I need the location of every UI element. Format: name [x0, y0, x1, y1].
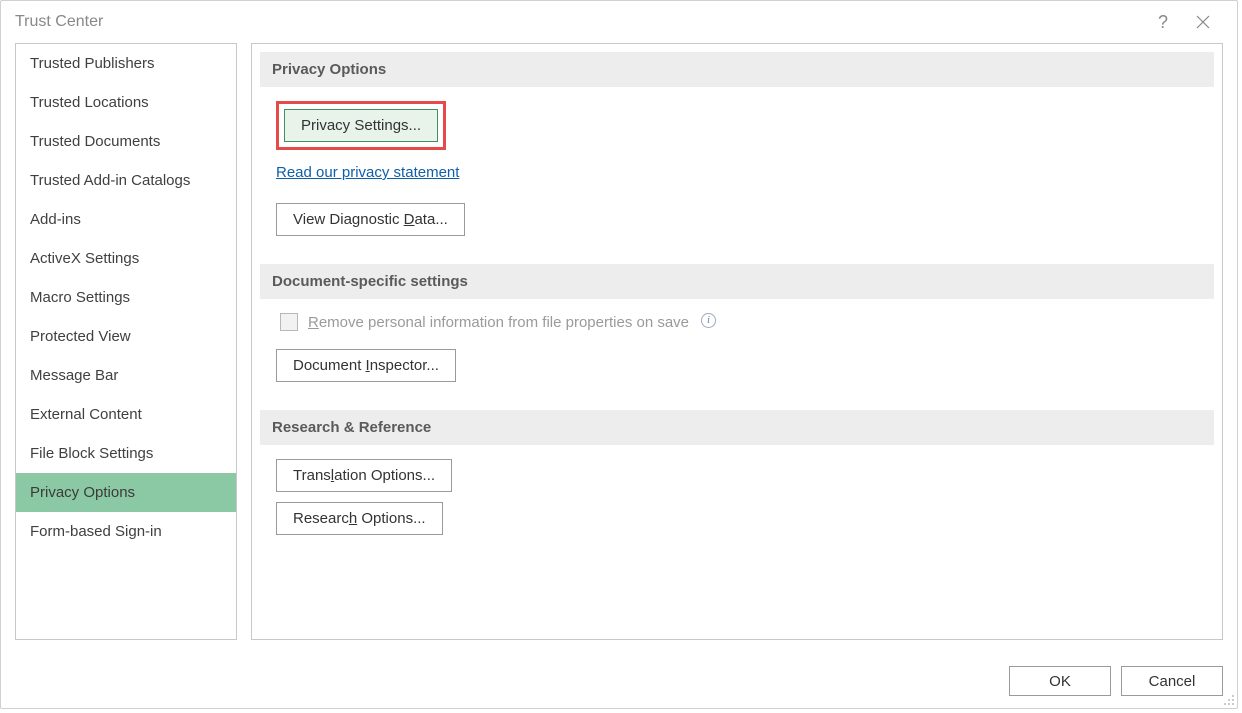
sidebar-item-form-based-signin[interactable]: Form-based Sign-in — [16, 512, 236, 551]
sidebar-item-trusted-publishers[interactable]: Trusted Publishers — [16, 44, 236, 83]
ok-button[interactable]: OK — [1009, 666, 1111, 696]
document-inspector-button[interactable]: Document Inspector... — [276, 349, 456, 382]
sidebar-item-file-block-settings[interactable]: File Block Settings — [16, 434, 236, 473]
trust-center-dialog: Trust Center ? Trusted Publishers Truste… — [0, 0, 1238, 709]
cancel-button[interactable]: Cancel — [1121, 666, 1223, 696]
remove-personal-info-label: Remove personal information from file pr… — [308, 314, 689, 331]
privacy-settings-button[interactable]: Privacy Settings... — [284, 109, 438, 142]
main-panel: Privacy Options Privacy Settings... Read… — [251, 43, 1223, 640]
sidebar-item-external-content[interactable]: External Content — [16, 395, 236, 434]
translation-options-button[interactable]: Translation Options... — [276, 459, 452, 492]
section-header-research: Research & Reference — [260, 410, 1214, 445]
sidebar-item-privacy-options[interactable]: Privacy Options — [16, 473, 236, 512]
titlebar: Trust Center ? — [1, 1, 1237, 43]
research-options-button[interactable]: Research Options... — [276, 502, 443, 535]
section-body-research: Translation Options... Research Options.… — [260, 459, 1214, 563]
privacy-statement-link[interactable]: Read our privacy statement — [276, 164, 459, 181]
resize-grip-icon[interactable] — [1221, 692, 1235, 706]
sidebar-item-activex-settings[interactable]: ActiveX Settings — [16, 239, 236, 278]
sidebar: Trusted Publishers Trusted Locations Tru… — [15, 43, 237, 640]
sidebar-item-trusted-locations[interactable]: Trusted Locations — [16, 83, 236, 122]
sidebar-item-addins[interactable]: Add-ins — [16, 200, 236, 239]
remove-personal-info-checkbox-row: Remove personal information from file pr… — [280, 313, 1202, 331]
remove-personal-info-checkbox — [280, 313, 298, 331]
sidebar-item-protected-view[interactable]: Protected View — [16, 317, 236, 356]
footer-button-bar: OK Cancel — [1, 658, 1237, 708]
section-header-privacy-options: Privacy Options — [260, 52, 1214, 87]
close-icon[interactable] — [1183, 2, 1223, 42]
sidebar-item-trusted-addin-catalogs[interactable]: Trusted Add-in Catalogs — [16, 161, 236, 200]
sidebar-item-trusted-documents[interactable]: Trusted Documents — [16, 122, 236, 161]
help-icon[interactable]: ? — [1143, 2, 1183, 42]
highlighted-privacy-settings: Privacy Settings... — [276, 101, 446, 150]
section-body-privacy-options: Privacy Settings... Read our privacy sta… — [260, 101, 1214, 264]
info-icon[interactable]: i — [701, 313, 716, 328]
sidebar-item-macro-settings[interactable]: Macro Settings — [16, 278, 236, 317]
sidebar-item-message-bar[interactable]: Message Bar — [16, 356, 236, 395]
dialog-body: Trusted Publishers Trusted Locations Tru… — [1, 43, 1237, 658]
section-body-document-specific: Remove personal information from file pr… — [260, 313, 1214, 410]
window-title: Trust Center — [15, 13, 103, 31]
section-header-document-specific: Document-specific settings — [260, 264, 1214, 299]
view-diagnostic-data-button[interactable]: View Diagnostic Data... — [276, 203, 465, 236]
